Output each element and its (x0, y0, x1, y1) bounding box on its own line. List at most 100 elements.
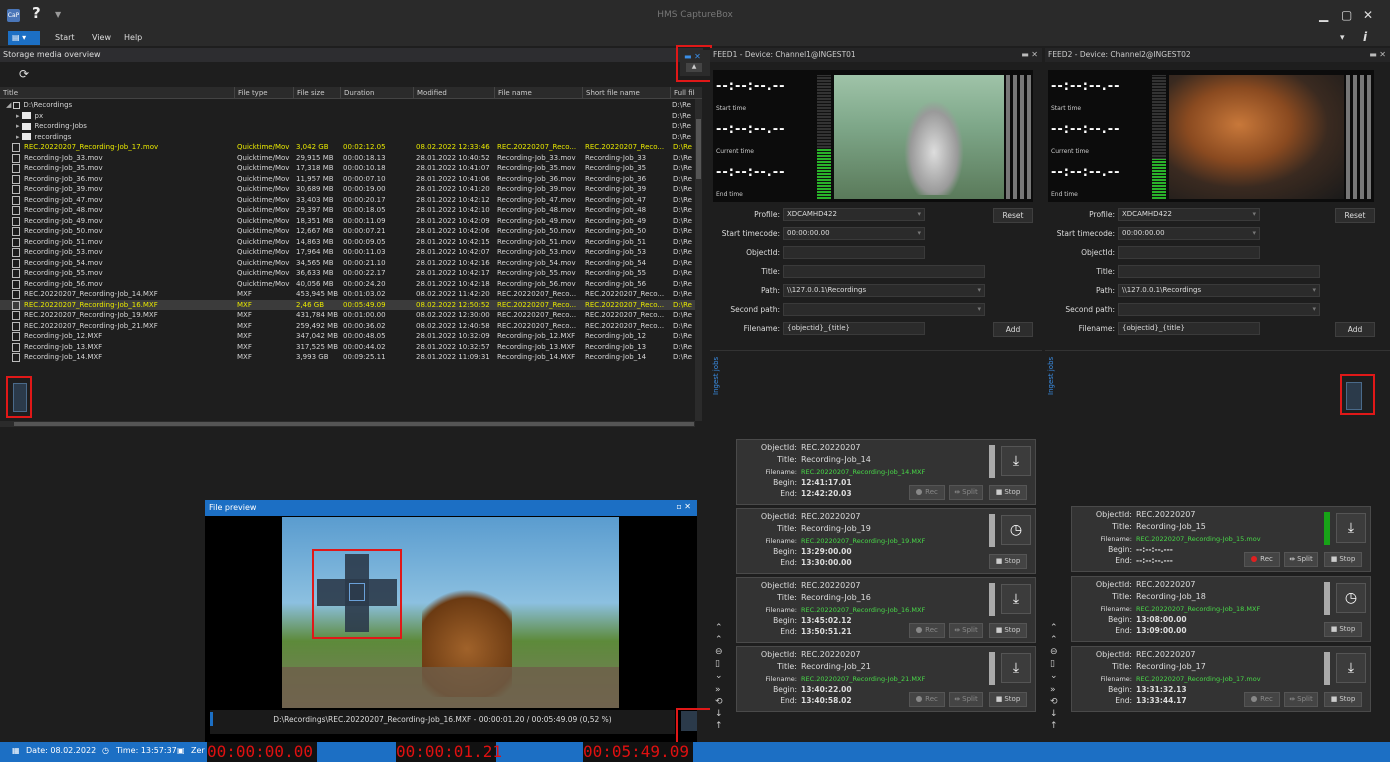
scroll-down-icon[interactable]: ⌄ (1050, 671, 1058, 681)
table-row[interactable]: REC.20220207_Recording-Job_17.mov Quickti… (0, 142, 695, 153)
table-row[interactable]: Recording-Job_55.mov Quicktime/Mov 36,633 … (0, 268, 695, 279)
feed1-path-field[interactable]: \\127.0.0.1\Recordings ▾ (783, 284, 985, 297)
clock-icon[interactable]: ◷ (1001, 515, 1031, 545)
table-row[interactable]: Recording-Job_54.mov Quicktime/Mov 34,565 … (0, 258, 695, 269)
col-short-file-name[interactable]: Short file name (582, 87, 670, 99)
feed1-job-card[interactable]: ObjectId: REC.20220207 Title: Recording-Job… (736, 646, 1036, 712)
col-file-size[interactable]: File size (293, 87, 340, 99)
stop-button[interactable]: ■ Stop (989, 485, 1027, 500)
feed2-objectid-field[interactable] (1118, 246, 1260, 259)
table-row[interactable]: Recording-Job_33.mov Quicktime/Mov 29,915 … (0, 153, 695, 164)
rec-button[interactable]: Rec (909, 623, 945, 638)
minimize-icon[interactable]: ▁ (1319, 8, 1328, 22)
tree-expand-icon[interactable]: ▸ (16, 122, 20, 130)
col-file-name[interactable]: File name (494, 87, 582, 99)
dropdown-arrow-icon[interactable]: ▾ (1252, 209, 1256, 220)
stop-button[interactable]: ■ Stop (1324, 692, 1362, 707)
table-row[interactable]: Recording-Job_56.mov Quicktime/Mov 40,056 … (0, 279, 695, 290)
scroll-down-icon[interactable]: ⌄ (715, 671, 723, 681)
table-row[interactable]: REC.20220207_Recording-Job_21.MXF MXF 259,… (0, 321, 695, 332)
dropdown-arrow-icon[interactable]: ▾ (1312, 304, 1316, 315)
file-icon[interactable]: ▯ (1050, 659, 1055, 669)
feed2-add-button[interactable]: Add (1335, 322, 1375, 337)
feed1-job-card[interactable]: ObjectId: REC.20220207 Title: Recording-Job… (736, 508, 1036, 574)
rec-button[interactable]: Rec (1244, 692, 1280, 707)
dropdown-arrow-icon[interactable]: ▾ (977, 285, 981, 296)
dock-left-icon[interactable] (13, 383, 27, 412)
table-row[interactable]: Recording-Job_49.mov Quicktime/Mov 18,351 … (0, 216, 695, 227)
table-row[interactable]: Recording-Job_36.mov Quicktime/Mov 11,957 … (0, 174, 695, 185)
table-row[interactable]: Recording-Job_51.mov Quicktime/Mov 14,863 … (0, 237, 695, 248)
feed1-job-card[interactable]: ObjectId: REC.20220207 Title: Recording-Job… (736, 439, 1036, 505)
col-duration[interactable]: Duration (340, 87, 413, 99)
table-row[interactable]: REC.20220207_Recording-Job_14.MXF MXF 453,… (0, 289, 695, 300)
table-row[interactable]: Recording-Job_14.MXF MXF 3,993 GB 00:09:25.… (0, 352, 695, 363)
tree-row[interactable]: ◢ D:\Recordings D:\Re (0, 100, 695, 111)
col-full-path[interactable]: Full file p (670, 87, 695, 99)
download-icon[interactable]: ⤓ (1336, 513, 1366, 543)
scroll-top-icon[interactable]: ⌃ (1050, 623, 1058, 633)
file-menu-button[interactable]: ▤ ▾ (8, 31, 40, 45)
feed1-profile-field[interactable]: XDCAMHD422 ▾ (783, 208, 925, 221)
rec-button[interactable]: Rec (909, 692, 945, 707)
table-row[interactable]: Recording-Job_12.MXF MXF 347,042 MB 00:00:4… (0, 331, 695, 342)
scroll-bottom-icon[interactable]: » (1050, 685, 1056, 695)
feed1-objectid-field[interactable] (783, 246, 925, 259)
feed2-ingest-jobs-tab[interactable]: Ingest jobs (1047, 357, 1055, 395)
split-button[interactable]: ⇹ Split (949, 692, 983, 707)
collapse-icon[interactable]: ⊖ (1050, 647, 1058, 657)
file-icon[interactable]: ▯ (715, 659, 720, 669)
dock-center-icon[interactable] (349, 583, 365, 601)
sync-icon[interactable]: ⟲ (715, 697, 723, 707)
menu-view[interactable]: View (92, 33, 111, 42)
col-file-type[interactable]: File type (234, 87, 293, 99)
sort-down-icon[interactable]: ↓ (715, 709, 723, 719)
table-row[interactable]: Recording-Job_35.mov Quicktime/Mov 17,318 … (0, 163, 695, 174)
feed2-path-field[interactable]: \\127.0.0.1\Recordings ▾ (1118, 284, 1320, 297)
split-button[interactable]: ⇹ Split (949, 623, 983, 638)
scroll-up-icon[interactable]: ⌃ (715, 635, 723, 645)
preview-scrubber[interactable]: D:\Recordings\REC.20220207_Recording-Job… (210, 710, 675, 734)
tree-expand-icon[interactable]: ▸ (16, 112, 20, 120)
feed2-job-card[interactable]: ObjectId: REC.20220207 Title: Recording-Job… (1071, 646, 1371, 712)
info-icon[interactable]: i (1363, 30, 1367, 44)
ribbon-collapse-icon[interactable]: ▾ (1340, 33, 1345, 43)
close-icon[interactable]: ✕ (1363, 8, 1373, 22)
dropdown-arrow-icon[interactable]: ▾ (1252, 228, 1256, 239)
horizontal-scrollbar[interactable] (0, 421, 695, 427)
sync-icon[interactable]: ⟲ (1050, 697, 1058, 707)
feed2-pin-close[interactable]: ▬ ✕ (1369, 50, 1386, 59)
split-button[interactable]: ⇹ Split (1284, 552, 1318, 567)
feed1-second_path-field[interactable]: ▾ (783, 303, 985, 316)
dropdown-arrow-icon[interactable]: ▾ (977, 304, 981, 315)
vertical-scrollbar[interactable] (695, 99, 702, 421)
download-icon[interactable]: ⤓ (1336, 653, 1366, 683)
split-button[interactable]: ⇹ Split (949, 485, 983, 500)
scroll-bottom-icon[interactable]: » (715, 685, 721, 695)
feed1-ingest-jobs-tab[interactable]: Ingest jobs (712, 357, 720, 395)
download-icon[interactable]: ⤓ (1001, 653, 1031, 683)
dropdown-arrow-icon[interactable]: ▾ (917, 209, 921, 220)
stop-button[interactable]: ■ Stop (989, 692, 1027, 707)
stop-button[interactable]: ■ Stop (989, 623, 1027, 638)
dropdown-arrow-icon[interactable]: ▾ (917, 228, 921, 239)
collapse-icon[interactable]: ⊖ (715, 647, 723, 657)
feed2-job-card[interactable]: ObjectId: REC.20220207 Title: Recording-Job… (1071, 506, 1371, 572)
feed2-reset-button[interactable]: Reset (1335, 208, 1375, 223)
sort-up-icon[interactable]: ↑ (1050, 721, 1058, 731)
scroll-up-icon[interactable]: ⌃ (1050, 635, 1058, 645)
preview-window-controls[interactable]: ▫ ✕ (676, 502, 691, 511)
table-row[interactable]: Recording-Job_39.mov Quicktime/Mov 30,689 … (0, 184, 695, 195)
table-row[interactable]: Recording-Job_48.mov Quicktime/Mov 29,397 … (0, 205, 695, 216)
rec-button[interactable]: Rec (1244, 552, 1280, 567)
feed2-title-field[interactable] (1118, 265, 1320, 278)
menu-start[interactable]: Start (55, 33, 75, 42)
download-icon[interactable]: ⤓ (1001, 584, 1031, 614)
scroll-top-icon[interactable]: ⌃ (715, 623, 723, 633)
table-row[interactable]: Recording-Job_13.MXF MXF 317,525 MB 00:00:4… (0, 342, 695, 353)
table-row[interactable]: Recording-Job_53.mov Quicktime/Mov 17,964 … (0, 247, 695, 258)
tree-expand-icon[interactable]: ▸ (16, 133, 20, 141)
sort-down-icon[interactable]: ↓ (1050, 709, 1058, 719)
clock-icon[interactable]: ◷ (1336, 583, 1366, 613)
feed1-title-field[interactable] (783, 265, 985, 278)
